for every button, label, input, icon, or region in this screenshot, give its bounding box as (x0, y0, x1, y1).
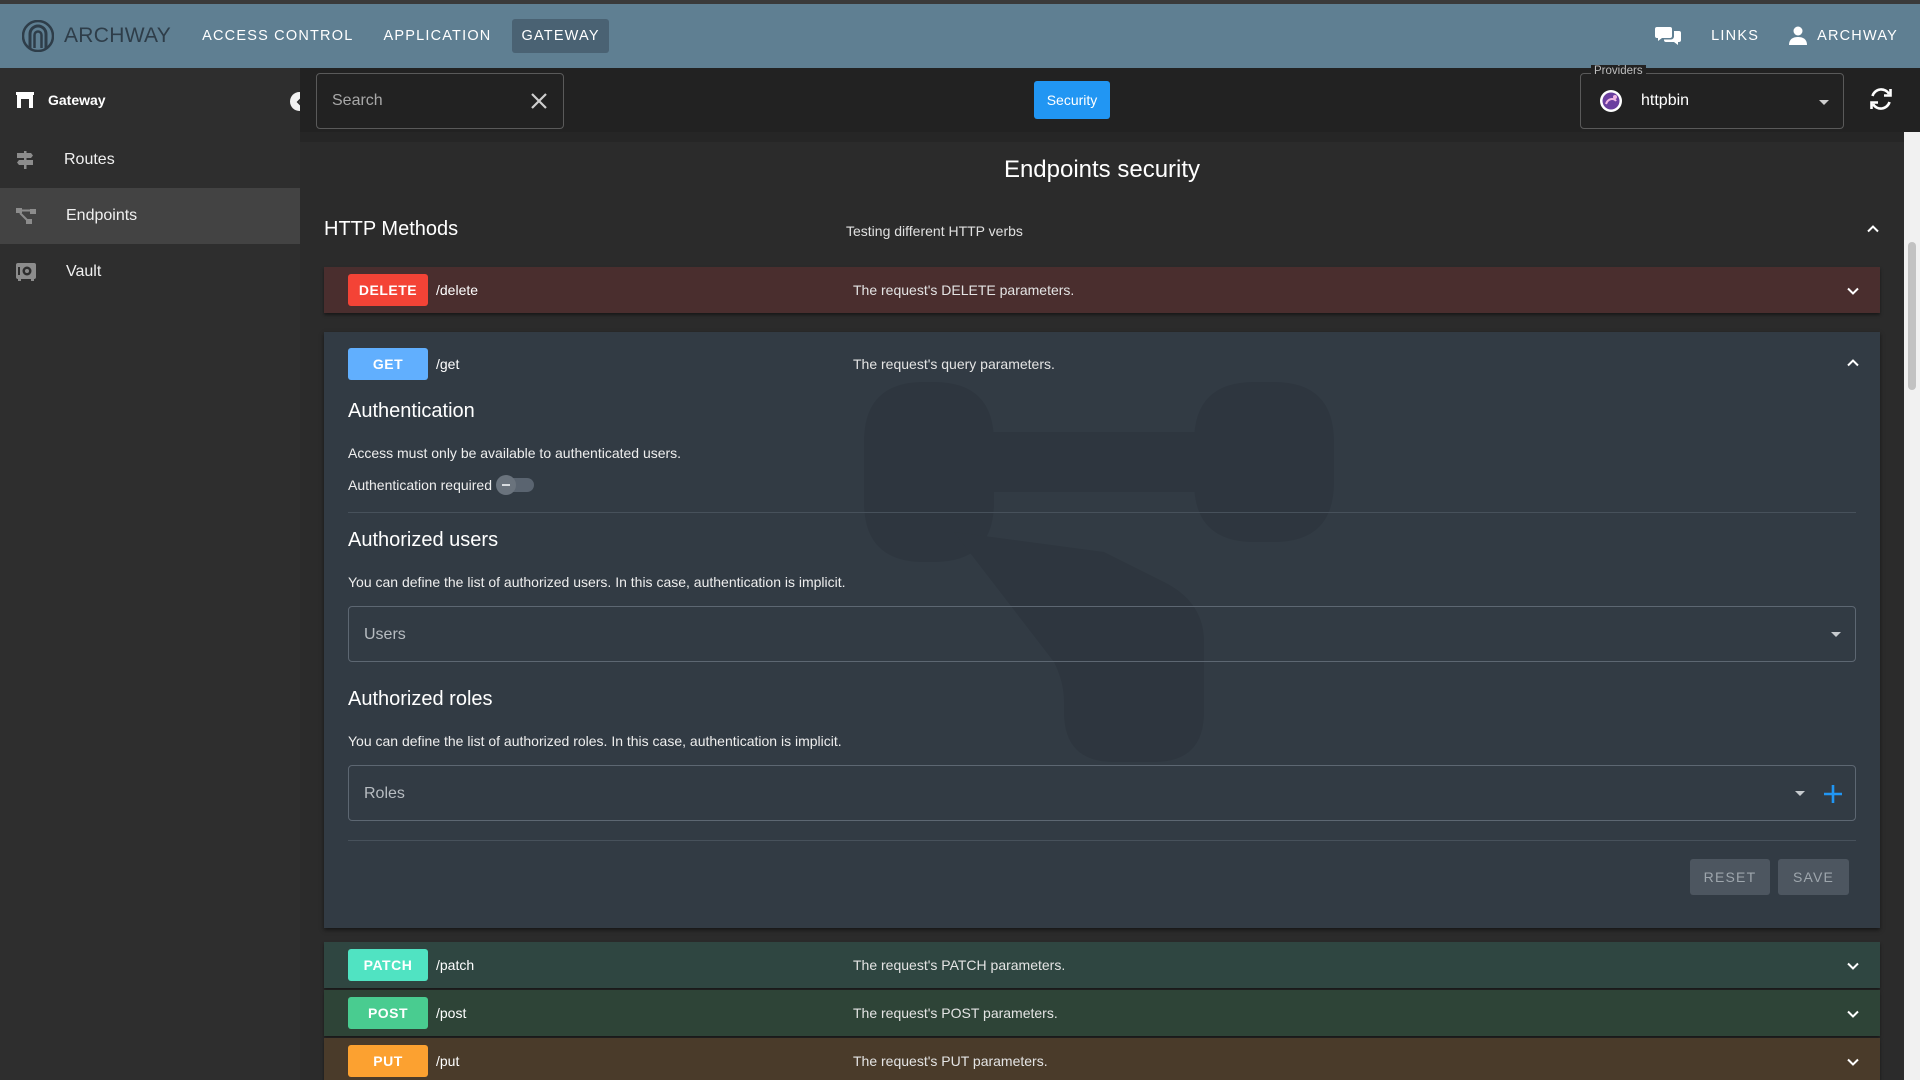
sidebar-title: Gateway (48, 92, 106, 108)
refresh-icon[interactable] (1868, 86, 1894, 112)
main-scrollbar[interactable] (1904, 132, 1920, 1080)
authentication-title: Authentication (348, 400, 475, 422)
page-title: Endpoints security (1003, 156, 1201, 183)
caret-down-icon (1831, 632, 1841, 637)
nav-gateway[interactable]: GATEWAY (512, 19, 609, 53)
sidebar-header: Gateway (0, 68, 309, 132)
roles-placeholder: Roles (364, 785, 405, 802)
sidebar-item-endpoints[interactable]: Endpoints (0, 188, 300, 244)
endpoint-description: The request's POST parameters. (853, 1005, 1058, 1021)
group-description: Testing different HTTP verbs (846, 223, 1023, 239)
app-name: ARCHWAY (64, 24, 172, 47)
sidebar: Gateway Routes Endpoints Vault (0, 68, 309, 1080)
endpoint-path: /post (436, 1005, 467, 1021)
save-button[interactable]: SAVE (1778, 859, 1849, 895)
sidebar-item-vault[interactable]: Vault (0, 244, 300, 300)
endpoint-row-get[interactable]: GET /get The request's query parameters. (324, 332, 1880, 396)
reset-button[interactable]: RESET (1690, 859, 1770, 895)
signpost-icon (17, 151, 33, 169)
scrollbar-thumb[interactable] (1908, 242, 1916, 390)
add-role-plus-icon[interactable] (1823, 784, 1843, 804)
users-select[interactable]: Users (348, 606, 1856, 662)
authorized-roles-text: You can define the list of authorized ro… (348, 733, 842, 749)
sidebar-item-label: Vault (66, 263, 102, 280)
chevron-down-icon[interactable] (1846, 1055, 1860, 1069)
endpoints-icon (16, 208, 36, 224)
auth-required-row: Authentication required (348, 475, 534, 495)
chevron-up-icon[interactable] (1866, 222, 1880, 236)
user-icon (1789, 26, 1808, 45)
archway-logo-icon (22, 20, 54, 52)
caret-down-icon (1819, 100, 1829, 105)
vault-icon (16, 263, 36, 281)
toggle-knob (496, 475, 516, 495)
user-menu-button[interactable]: ARCHWAY (1817, 28, 1898, 44)
endpoint-description: The request's PUT parameters. (853, 1053, 1048, 1069)
security-button[interactable]: Security (1034, 81, 1110, 119)
endpoint-description: The request's DELETE parameters. (853, 282, 1075, 298)
search-input[interactable] (332, 92, 522, 110)
chevron-down-icon[interactable] (1846, 284, 1860, 298)
app-bar: ARCHWAY ACCESS CONTROL APPLICATION GATEW… (0, 0, 1920, 68)
signpost-watermark-icon (864, 382, 1334, 762)
authorized-users-text: You can define the list of authorized us… (348, 574, 846, 590)
close-icon[interactable] (529, 91, 549, 111)
minus-icon (502, 484, 510, 486)
users-placeholder: Users (364, 626, 406, 643)
storefront-icon (16, 92, 34, 108)
endpoint-row-put[interactable]: PUT /put The request's PUT parameters. (324, 1038, 1880, 1080)
endpoint-row-delete[interactable]: DELETE /delete The request's DELETE para… (324, 267, 1880, 313)
group-title: HTTP Methods (324, 218, 459, 240)
search-field (316, 73, 564, 129)
authorized-roles-title: Authorized roles (348, 688, 493, 710)
method-badge: POST (348, 997, 428, 1029)
endpoint-path: /get (436, 356, 460, 372)
method-badge: GET (348, 348, 428, 380)
chevron-up-icon[interactable] (1846, 356, 1860, 370)
chat-icon[interactable] (1655, 25, 1682, 47)
authentication-text: Access must only be available to authent… (348, 445, 682, 461)
app-logo[interactable]: ARCHWAY (22, 20, 171, 52)
endpoint-description: The request's query parameters. (853, 356, 1055, 372)
provider-avatar-icon (1600, 90, 1622, 112)
method-badge: DELETE (348, 274, 428, 306)
links-button[interactable]: LINKS (1711, 28, 1759, 44)
chevron-down-icon[interactable] (1846, 1007, 1860, 1021)
endpoint-row-post[interactable]: POST /post The request's POST parameters… (324, 990, 1880, 1036)
providers-label: Providers (1591, 65, 1646, 77)
endpoint-path: /put (436, 1053, 460, 1069)
nav-access-control[interactable]: ACCESS CONTROL (193, 19, 362, 53)
nav-application[interactable]: APPLICATION (374, 19, 500, 53)
chevron-down-icon[interactable] (1846, 959, 1860, 973)
endpoint-row-patch[interactable]: PATCH /patch The request's PATCH paramet… (324, 942, 1880, 988)
app-bar-actions: LINKS ARCHWAY (1655, 4, 1898, 68)
method-badge: PUT (348, 1045, 428, 1077)
authorized-users-title: Authorized users (348, 529, 499, 551)
auth-required-toggle[interactable] (496, 475, 534, 495)
sidebar-item-routes[interactable]: Routes (0, 132, 300, 188)
divider (348, 512, 1856, 513)
endpoint-description: The request's PATCH parameters. (853, 957, 1066, 973)
providers-select[interactable]: Providers httpbin (1580, 65, 1844, 129)
method-badge: PATCH (348, 949, 428, 981)
auth-required-label: Authentication required (348, 477, 492, 493)
divider (348, 840, 1856, 841)
toolbar: Security Providers httpbin (300, 65, 1920, 132)
main-content: Endpoints security HTTP Methods Testing … (300, 132, 1904, 1080)
caret-down-icon (1795, 791, 1805, 796)
sidebar-item-label: Endpoints (66, 207, 138, 224)
endpoint-path: /delete (436, 282, 479, 298)
roles-select[interactable]: Roles (348, 765, 1856, 821)
endpoint-panel-get: GET /get The request's query parameters.… (324, 332, 1880, 928)
endpoint-group-header[interactable]: HTTP Methods Testing different HTTP verb… (324, 218, 1880, 246)
providers-value: httpbin (1641, 92, 1690, 109)
sidebar-item-label: Routes (64, 151, 115, 168)
main-nav: ACCESS CONTROL APPLICATION GATEWAY (193, 19, 621, 53)
endpoint-path: /patch (436, 957, 475, 973)
